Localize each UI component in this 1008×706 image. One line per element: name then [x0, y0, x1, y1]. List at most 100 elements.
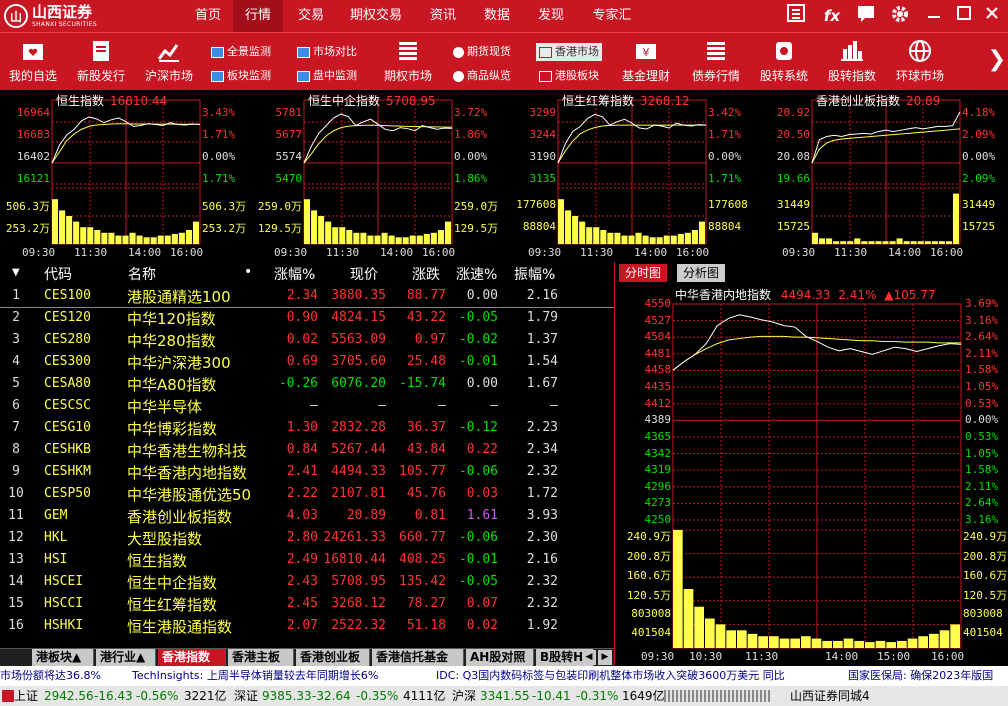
- ticker-item[interactable]: IDC: Q3国内数码标签与包装印刷机整体市场收入突破3600万美元 同比: [436, 666, 785, 686]
- sheet-tab-5[interactable]: 香港信托基金: [372, 649, 464, 666]
- toolbar-button-3[interactable]: 期权市场: [375, 37, 441, 89]
- news-ticker[interactable]: 市场份额将达36.8% TechInsights: 上周半导体销量较去年同期增长6…: [0, 666, 1008, 686]
- row-pct-change: 2.80: [286, 530, 318, 545]
- table-row[interactable]: 1 CES100 港股通精选100 2.34 3880.35 88.77 0.00 2.16: [0, 286, 614, 308]
- row-index: 16: [8, 618, 24, 633]
- column-header-7[interactable]: 振幅%: [514, 264, 555, 284]
- sheet-tab-3[interactable]: 香港主板: [228, 649, 294, 666]
- maximize-icon[interactable]: [952, 4, 976, 28]
- nav-tab-7[interactable]: 专家汇: [580, 0, 644, 32]
- close-icon[interactable]: [980, 4, 1004, 28]
- toolbar-link-7[interactable]: 港股板块: [536, 67, 602, 85]
- column-header-6[interactable]: 涨速%: [456, 264, 497, 284]
- row-amplitude: 3.93: [526, 508, 558, 523]
- column-header-1[interactable]: 名称: [128, 264, 156, 284]
- toolbar-button-1[interactable]: 新股发行: [68, 37, 134, 89]
- table-row[interactable]: 6 CESCSC 中华半导体 – – – – –: [0, 396, 614, 418]
- sheet-tab-6[interactable]: AH股对照: [466, 649, 534, 666]
- column-header-3[interactable]: 涨幅%: [274, 264, 315, 284]
- nav-tab-5[interactable]: 数据: [472, 0, 522, 32]
- sheet-tab-2[interactable]: 香港指数: [158, 649, 226, 666]
- monitor-icon: [211, 46, 224, 58]
- toolbar-button-label: 债券行情: [691, 69, 740, 83]
- table-row[interactable]: 2 CES120 中华120指数 0.90 4824.15 43.22 -0.05 1.79: [0, 308, 614, 330]
- mini-chart-3[interactable]: 20.92 20.50 20.08 19.66 31449 15725 4.18% 2.09%…: [760, 92, 1008, 260]
- table-row[interactable]: 12 HKL 大型股指数 2.80 24261.33 660.77 -0.06 2.30: [0, 528, 614, 550]
- toolbar-link-0[interactable]: 全景监测: [208, 43, 274, 61]
- server-name[interactable]: 山西证券同城4: [790, 686, 870, 706]
- mini-chart-1[interactable]: 5781 5677 5574 5470 259.0万 129.5万 3.72% 1.86% 0.…: [252, 92, 504, 260]
- table-row[interactable]: 15 HSCCI 恒生红筹指数 2.45 3268.12 78.27 0.07 2.32: [0, 594, 614, 616]
- toolbar-link-4[interactable]: 期货现货: [450, 43, 514, 61]
- table-row[interactable]: 4 CES300 中华沪深港300 0.69 3705.60 25.48 -0.01 1.54: [0, 352, 614, 374]
- toolbar-button-6[interactable]: 股转系统: [751, 37, 817, 89]
- message-icon[interactable]: [854, 4, 878, 28]
- nav-tab-0[interactable]: 首页: [188, 0, 228, 32]
- column-header-4[interactable]: 现价: [350, 264, 378, 284]
- detail-chart-canvas[interactable]: [615, 262, 1008, 666]
- detail-left-label: 4342: [644, 446, 672, 460]
- row-change: 135.42: [399, 574, 446, 589]
- detail-volume-bar: [737, 630, 747, 648]
- toolbar-button-7[interactable]: 股转指数: [819, 37, 885, 89]
- table-row[interactable]: 13 HSI 恒生指数 2.49 16810.44 408.25 -0.01 2.16: [0, 550, 614, 572]
- mini-chart-right-label: 1.71%: [202, 172, 236, 185]
- table-row[interactable]: 3 CES280 中华280指数 0.02 5563.09 0.97 -0.02 1.37: [0, 330, 614, 352]
- toolbar-button-2[interactable]: 沪深市场: [136, 37, 202, 89]
- volume-bar: [66, 216, 73, 244]
- mini-chart-2[interactable]: 3299 3244 3190 3135 177608 88804 3.42% 1.71% 0.0…: [506, 92, 758, 260]
- ticker-item[interactable]: 国家医保局: 确保2023年版国: [848, 666, 993, 686]
- mini-chart-0[interactable]: 16964 16683 16402 16121 506.3万 253.2万 3.43% 1.7…: [0, 92, 252, 260]
- nav-tab-6[interactable]: 发现: [526, 0, 576, 32]
- toolbar-link-2[interactable]: 市场对比: [294, 43, 360, 61]
- column-header-5[interactable]: 涨跌: [412, 264, 440, 284]
- coins-icon: [453, 70, 464, 82]
- sort-icon[interactable]: ▼: [12, 267, 20, 278]
- nav-tab-3[interactable]: 期权交易: [340, 0, 412, 32]
- toolbar-link-3[interactable]: 盘中监测: [294, 67, 360, 85]
- row-code: HKL: [44, 530, 68, 545]
- sheet-tab-4[interactable]: 香港创业板: [296, 649, 370, 666]
- table-row[interactable]: 9 CESHKM 中华香港内地指数 2.41 4494.33 105.77 -0.06 2.3…: [0, 462, 614, 484]
- nav-tab-2[interactable]: 交易: [286, 0, 336, 32]
- toolbar-next-icon[interactable]: ❯: [988, 47, 1006, 72]
- sheet-tab-0[interactable]: 港板块▲: [32, 649, 94, 666]
- mini-chart-time-label: 11:30: [580, 246, 614, 259]
- tab-scroll-right-icon[interactable]: ▶: [598, 650, 612, 665]
- sheet-tab-1[interactable]: 港行业▲: [96, 649, 156, 666]
- detail-left-label: 4296: [644, 479, 672, 493]
- toolbar-link-5[interactable]: 商品纵览: [450, 67, 514, 85]
- table-row[interactable]: 14 HSCEI 恒生中企指数 2.43 5708.95 135.42 -0.05 2.32: [0, 572, 614, 594]
- sh-value: 2942.56: [44, 689, 94, 703]
- menu-icon[interactable]: [784, 4, 808, 28]
- toolbar-link-6[interactable]: 香港市场: [536, 43, 602, 61]
- minimize-icon[interactable]: [922, 4, 946, 28]
- column-header-0[interactable]: 代码: [44, 264, 72, 284]
- mini-chart-right-label: 1.71%: [708, 128, 742, 141]
- tab-scroll-left-icon[interactable]: ◀: [582, 650, 596, 665]
- column-header-2[interactable]: •: [244, 264, 252, 280]
- volume-bar: [108, 232, 115, 244]
- volume-bar: [579, 221, 586, 244]
- toolbar-link-label: 市场对比: [313, 45, 357, 58]
- toolbar-button-8[interactable]: 环球市场: [887, 37, 953, 89]
- ticker-item[interactable]: 市场份额将达36.8%: [0, 666, 101, 686]
- settings-gear-icon[interactable]: [888, 4, 912, 28]
- nav-tab-4[interactable]: 资讯: [418, 0, 468, 32]
- toolbar-button-5[interactable]: 债券行情: [683, 37, 749, 89]
- formula-icon[interactable]: fx: [820, 4, 844, 28]
- ticker-item[interactable]: TechInsights: 上周半导体销量较去年同期增长6%: [132, 666, 378, 686]
- toolbar-link-1[interactable]: 板块监测: [208, 67, 274, 85]
- toolbar-button-0[interactable]: 我的自选: [0, 37, 66, 89]
- row-change: 408.25: [399, 552, 446, 567]
- table-row[interactable]: 7 CESG10 中华博彩指数 1.30 2832.28 36.37 -0.12 2.23: [0, 418, 614, 440]
- detail-right-label: 1.58%: [965, 463, 999, 477]
- table-row[interactable]: 8 CESHKB 中华香港生物科技 0.84 5267.44 43.84 0.22 2.34: [0, 440, 614, 462]
- table-row[interactable]: 5 CESA80 中华A80指数 -0.26 6076.20 -15.74 0.00 1.67: [0, 374, 614, 396]
- nav-tab-1[interactable]: 行情: [233, 0, 283, 32]
- table-row[interactable]: 16 HSHKI 恒生港股通指数 2.07 2522.32 51.18 0.02 1.92: [0, 616, 614, 638]
- table-row[interactable]: 11 GEM 香港创业板指数 4.03 20.89 0.81 1.61 3.93: [0, 506, 614, 528]
- table-row[interactable]: 10 CESP50 中华港股通优选50 2.22 2107.81 45.76 0.03 1.7…: [0, 484, 614, 506]
- detail-volume-bar: [726, 630, 736, 648]
- toolbar-button-4[interactable]: ¥ 基金理财: [613, 37, 679, 89]
